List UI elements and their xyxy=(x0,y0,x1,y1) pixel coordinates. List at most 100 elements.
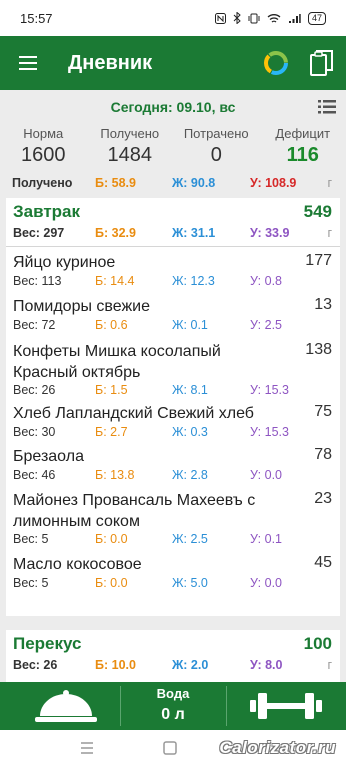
protein-value: Б: 0.0 xyxy=(95,532,128,546)
food-name: Яйцо куриное xyxy=(13,254,116,271)
food-name: Брезаола xyxy=(13,448,84,465)
fat-value: Ж: 12.3 xyxy=(172,274,215,288)
stat-label: Потрачено xyxy=(183,126,249,141)
food-kcal: 138 xyxy=(305,341,332,358)
meal-weight: Вес: 297 xyxy=(13,226,65,240)
food-weight: Вес: 46 xyxy=(13,468,56,482)
food-macros: Вес: 72 Б: 0.6 Ж: 0.1 У: 2.5 xyxy=(6,318,340,336)
meal-macros: Вес: 26 Б: 10.0 Ж: 2.0 У: 8.0 г xyxy=(6,658,340,678)
watermark: Calorizator.ru xyxy=(219,738,336,757)
food-name: Хлеб Лапландский Свежий хлеб xyxy=(13,405,254,422)
app-bar: Дневник xyxy=(0,36,346,90)
stat-norm: Норма 1600 xyxy=(0,124,87,172)
protein-value: Б: 10.0 xyxy=(95,658,136,672)
food-macros: Вес: 46 Б: 13.8 Ж: 2.8 У: 0.0 xyxy=(6,468,340,486)
stat-spent: Потрачено 0 xyxy=(173,124,260,172)
received-macros: Получено Б: 58.9 Ж: 90.8 У: 108.9 г xyxy=(0,172,346,194)
carbs-value: У: 2.5 xyxy=(250,318,282,332)
protein-value: Б: 2.7 xyxy=(95,425,128,439)
fat-value: Ж: 31.1 xyxy=(172,226,216,240)
fat-value: Ж: 5.0 xyxy=(172,576,208,590)
meal-header[interactable]: Завтрак 549 xyxy=(6,198,340,224)
status-icons: 47 xyxy=(214,11,326,25)
carbs-value: У: 0.0 xyxy=(250,576,282,590)
stat-value: 1484 xyxy=(107,144,153,166)
carbs-value: У: 33.9 xyxy=(250,226,290,240)
meal-kcal: 549 xyxy=(303,202,332,221)
water-label: Вода xyxy=(156,686,190,701)
add-food-button[interactable] xyxy=(0,682,120,730)
progress-ring-button[interactable] xyxy=(262,49,290,77)
water-button[interactable]: Вода 0 л xyxy=(120,682,226,730)
food-kcal: 13 xyxy=(314,296,332,313)
system-nav-bar: Calorizator.ru xyxy=(0,730,346,768)
stat-value: 1600 xyxy=(21,144,66,166)
nfc-icon xyxy=(214,12,226,24)
food-item[interactable]: Майонез Провансаль Махеевъ с лимонным со… xyxy=(6,485,340,548)
menu-button[interactable] xyxy=(0,36,56,90)
food-name: Майонез Провансаль Махеевъ с лимонным со… xyxy=(13,492,256,530)
cellular-signal-icon xyxy=(288,13,301,23)
fat-value: Ж: 8.1 xyxy=(172,383,208,397)
recent-apps-icon[interactable] xyxy=(80,741,94,755)
protein-value: Б: 14.4 xyxy=(95,274,135,288)
food-macros: Вес: 5 Б: 0.0 Ж: 5.0 У: 0.0 xyxy=(6,576,340,594)
carbs-value: У: 8.0 xyxy=(250,658,283,672)
protein-value: Б: 58.9 xyxy=(95,176,136,190)
food-item[interactable]: Масло кокосовое 45 Вес: 5 Б: 0.0 Ж: 5.0 … xyxy=(6,548,340,594)
carbs-value: У: 108.9 xyxy=(250,176,297,190)
food-macros: Вес: 113 Б: 14.4 Ж: 12.3 У: 0.8 xyxy=(6,274,340,292)
unit-label: г xyxy=(327,176,332,190)
fat-value: Ж: 2.8 xyxy=(172,468,208,482)
food-item[interactable]: Брезаола 78 Вес: 46 Б: 13.8 Ж: 2.8 У: 0.… xyxy=(6,445,340,485)
food-kcal: 45 xyxy=(314,554,332,571)
bluetooth-icon xyxy=(233,12,241,24)
meal-header[interactable]: Перекус 100 xyxy=(6,630,340,658)
calorie-stats: Норма 1600 Получено 1484 Потрачено 0 Деф… xyxy=(0,124,346,172)
daily-summary: Сегодня: 09.10, вс Норма 1600 Получено 1… xyxy=(0,90,346,198)
meal-name: Перекус xyxy=(13,634,82,653)
fat-value: Ж: 0.1 xyxy=(172,318,208,332)
stat-value: 0 xyxy=(210,144,222,166)
water-value: 0 л xyxy=(161,706,185,723)
food-item[interactable]: Яйцо куриное 177 Вес: 113 Б: 14.4 Ж: 12.… xyxy=(6,247,340,293)
current-date[interactable]: Сегодня: 09.10, вс xyxy=(111,99,236,115)
meal-weight: Вес: 26 xyxy=(13,658,58,672)
meal-macros: Вес: 297 Б: 32.9 Ж: 31.1 У: 33.9 г xyxy=(6,224,340,244)
food-weight: Вес: 113 xyxy=(13,274,62,288)
dumbbell-icon xyxy=(250,693,322,719)
stat-value: 116 xyxy=(286,144,319,166)
food-macros: Вес: 26 Б: 1.5 Ж: 8.1 У: 15.3 xyxy=(6,383,340,401)
copy-button[interactable] xyxy=(309,48,335,78)
status-time: 15:57 xyxy=(20,10,53,26)
food-weight: Вес: 26 xyxy=(13,383,56,397)
carbs-value: У: 0.8 xyxy=(250,274,282,288)
protein-value: Б: 32.9 xyxy=(95,226,136,240)
food-cloche-icon xyxy=(35,690,97,722)
clipboard-icon xyxy=(310,50,333,76)
bottom-nav: Вода 0 л xyxy=(0,682,346,730)
food-weight: Вес: 30 xyxy=(13,425,56,439)
food-name: Конфеты Мишка косолапый Красный октябрь xyxy=(13,343,221,381)
carbs-value: У: 0.0 xyxy=(250,468,282,482)
fat-value: Ж: 0.3 xyxy=(172,425,208,439)
protein-value: Б: 0.6 xyxy=(95,318,128,332)
food-kcal: 78 xyxy=(314,446,332,463)
food-item[interactable]: Конфеты Мишка косолапый Красный октябрь … xyxy=(6,338,340,400)
macros-label: Получено xyxy=(12,176,73,190)
food-item[interactable]: Хлеб Лапландский Свежий хлеб 75 Вес: 30 … xyxy=(6,400,340,445)
wifi-icon xyxy=(267,13,281,23)
food-item[interactable]: Помидоры свежие 13 Вес: 72 Б: 0.6 Ж: 0.1… xyxy=(6,293,340,338)
unit-label: г xyxy=(327,226,332,240)
vibrate-icon xyxy=(248,13,260,23)
food-weight: Вес: 72 xyxy=(13,318,56,332)
list-view-button[interactable] xyxy=(318,99,336,115)
meal-card-snack: Перекус 100 Вес: 26 Б: 10.0 Ж: 2.0 У: 8.… xyxy=(6,630,340,682)
carbs-value: У: 15.3 xyxy=(250,425,289,439)
stat-deficit: Дефицит 116 xyxy=(260,124,346,172)
home-icon[interactable] xyxy=(163,741,177,755)
stat-received: Получено 1484 xyxy=(87,124,174,172)
add-exercise-button[interactable] xyxy=(226,682,346,730)
stat-label: Дефицит xyxy=(275,126,331,141)
food-name: Помидоры свежие xyxy=(13,298,150,315)
